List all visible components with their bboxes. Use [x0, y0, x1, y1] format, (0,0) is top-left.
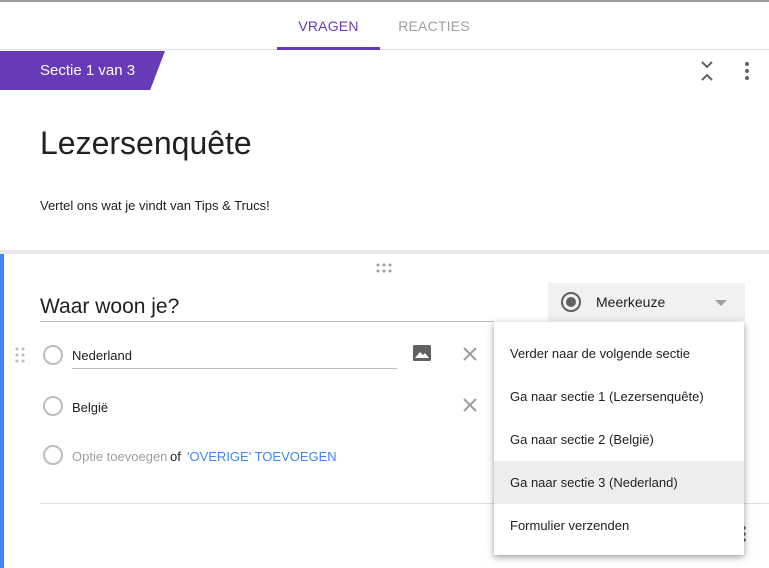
option-underline [72, 368, 397, 369]
menu-item-next-section[interactable]: Verder naar de volgende sectie [494, 332, 744, 375]
image-icon[interactable] [412, 344, 432, 362]
more-vert-icon[interactable] [737, 60, 757, 82]
section-navigation-menu: Verder naar de volgende sectie Ga naar s… [494, 322, 744, 555]
active-card-accent [0, 254, 4, 568]
section-label: Sectie 1 van 3 [0, 51, 165, 90]
form-description[interactable]: Vertel ons wat je vindt van Tips & Trucs… [40, 198, 270, 213]
option-radio [43, 345, 63, 365]
question-type-label: Meerkeuze [596, 294, 666, 310]
collapse-icon[interactable] [697, 60, 717, 82]
form-title[interactable]: Lezersenquête [40, 125, 252, 162]
tab-reacties[interactable]: REACTIES [380, 2, 488, 50]
option-label-nederland[interactable]: Nederland [72, 348, 132, 363]
option-label-belgie[interactable]: België [72, 400, 108, 415]
add-option-radio [43, 445, 63, 465]
tab-vragen[interactable]: VRAGEN [277, 2, 380, 50]
question-title-underline [40, 321, 494, 322]
menu-item-go-section-2[interactable]: Ga naar sectie 2 (België) [494, 418, 744, 461]
question-type-dropdown[interactable]: Meerkeuze [548, 283, 745, 321]
tab-bar: VRAGEN REACTIES [0, 2, 769, 50]
radio-filled-icon [561, 292, 581, 312]
option-radio [43, 396, 63, 416]
add-option-button[interactable]: Optie toevoegen [72, 449, 167, 464]
drag-handle-icon[interactable] [376, 260, 392, 273]
close-icon[interactable] [461, 345, 479, 363]
menu-item-submit-form[interactable]: Formulier verzenden [494, 504, 744, 547]
question-title[interactable]: Waar woon je? [40, 295, 179, 319]
menu-item-go-section-1[interactable]: Ga naar sectie 1 (Lezersenquête) [494, 375, 744, 418]
caret-down-icon [715, 300, 727, 306]
add-option-separator: of [170, 449, 181, 464]
close-icon[interactable] [461, 396, 479, 414]
menu-item-go-section-3[interactable]: Ga naar sectie 3 (Nederland) [494, 461, 744, 504]
option-drag-handle-icon[interactable] [15, 347, 25, 363]
section-header-card: Sectie 1 van 3 Lezersenquête Vertel ons … [0, 50, 769, 250]
add-other-button[interactable]: 'OVERIGE' TOEVOEGEN [187, 449, 337, 464]
